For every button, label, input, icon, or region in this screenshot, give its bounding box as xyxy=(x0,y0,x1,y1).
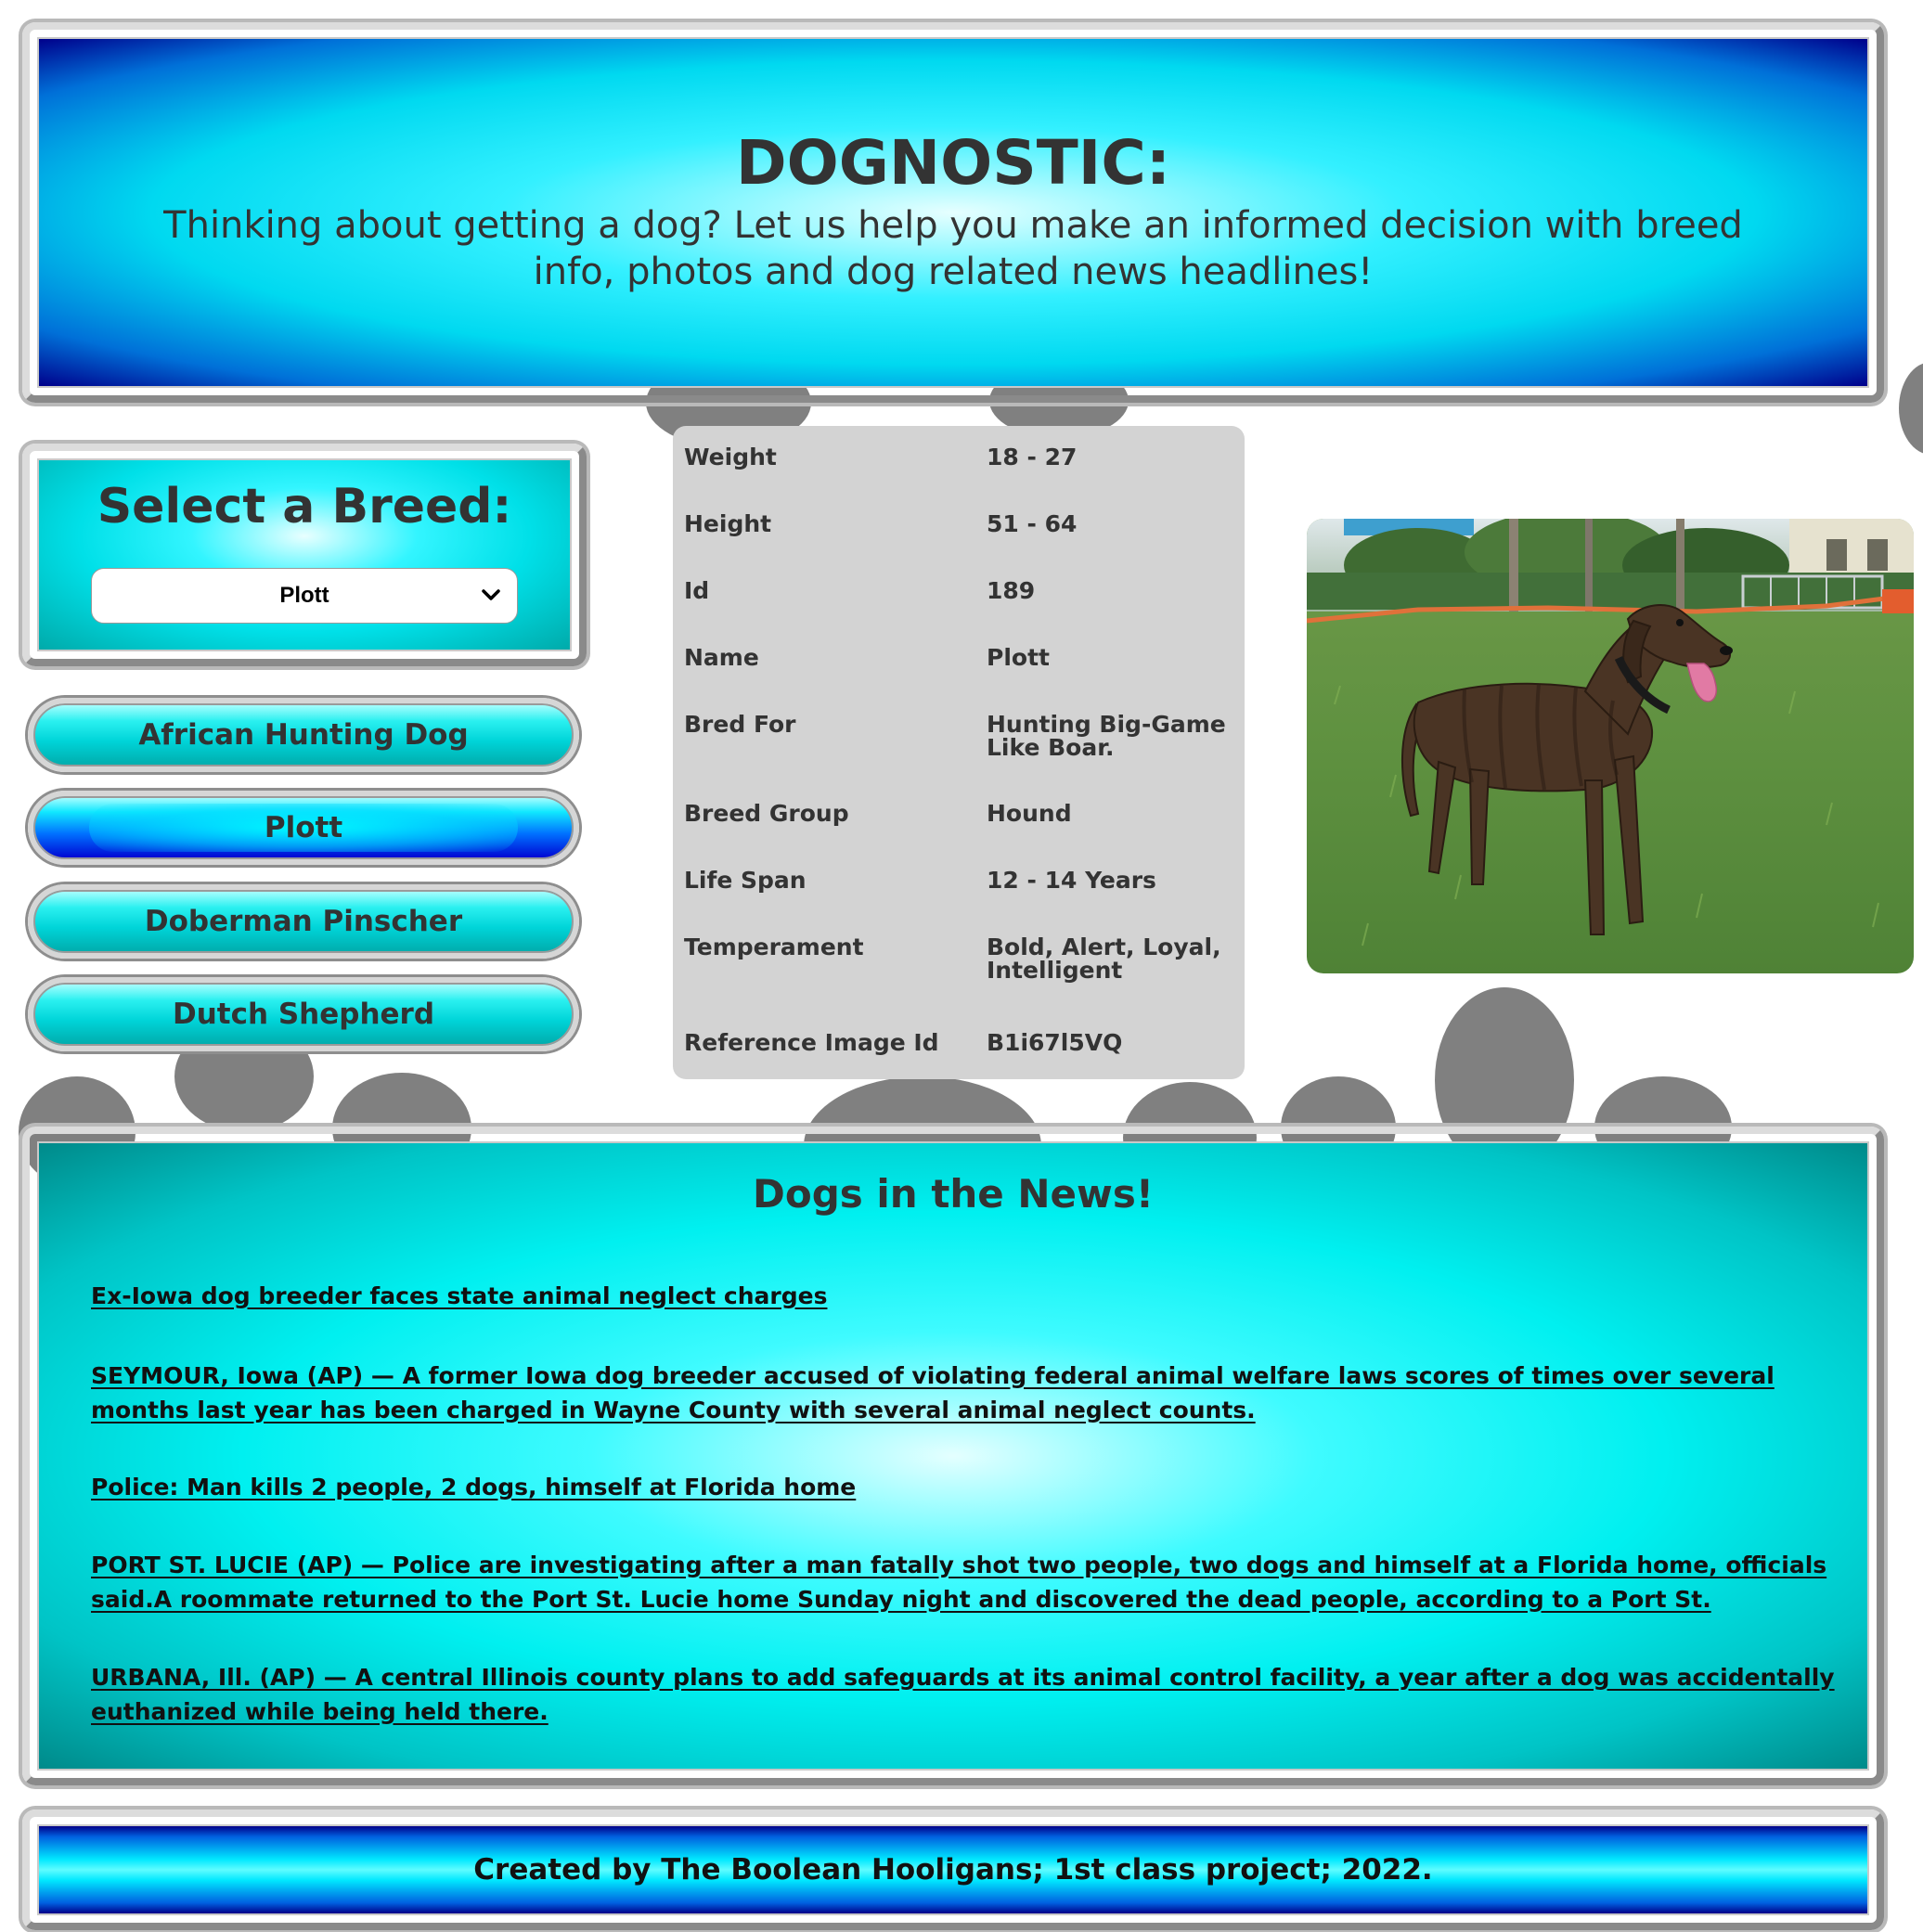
breed-selector-box: Select a Breed: Plott xyxy=(37,458,572,651)
info-value: Hound xyxy=(987,800,1072,827)
breed-select-dropdown[interactable]: Plott xyxy=(91,568,518,624)
info-row-height: Height 51 - 64 xyxy=(684,512,1232,535)
paw-toe-icon xyxy=(1899,362,1923,455)
breed-photo xyxy=(1307,519,1914,973)
info-value: 189 xyxy=(987,577,1036,604)
news-headline-link[interactable]: Ex-Iowa dog breeder faces state animal n… xyxy=(91,1279,1854,1313)
header-banner: DOGNOSTIC: Thinking about getting a dog?… xyxy=(37,37,1869,388)
info-value: Bold, Alert, Loyal, Intelligent xyxy=(987,934,1221,984)
breed-select-value: Plott xyxy=(279,583,329,608)
news-box: Dogs in the News! Ex-Iowa dog breeder fa… xyxy=(37,1141,1869,1771)
info-key: Bred For xyxy=(684,711,796,738)
breed-button-label: Dutch Shepherd xyxy=(172,998,435,1031)
breed-button-african-hunting-dog[interactable]: African Hunting Dog xyxy=(28,698,579,772)
info-value: B1i67l5VQ xyxy=(987,1029,1123,1056)
breed-button-dutch-shepherd[interactable]: Dutch Shepherd xyxy=(28,977,579,1051)
info-row-name: Name Plott xyxy=(684,646,1232,669)
breed-button-label: Doberman Pinscher xyxy=(144,905,463,938)
news-title: Dogs in the News! xyxy=(753,1171,1154,1217)
site-header: DOGNOSTIC: Thinking about getting a dog?… xyxy=(22,22,1884,403)
news-summary-link[interactable]: SEYMOUR, Iowa (AP) — A former Iowa dog b… xyxy=(91,1359,1854,1427)
chevron-down-icon xyxy=(482,589,500,600)
breed-selector-panel: Select a Breed: Plott xyxy=(22,444,587,666)
site-tagline: Thinking about getting a dog? Let us hel… xyxy=(163,204,1743,294)
info-key: Life Span xyxy=(684,867,807,894)
info-key: Weight xyxy=(684,444,777,470)
info-value: Plott xyxy=(987,644,1050,671)
info-row-breed-group: Breed Group Hound xyxy=(684,802,1232,825)
breed-info-table: Weight 18 - 27 Height 51 - 64 Id 189 Nam… xyxy=(673,426,1245,1079)
news-summary-link[interactable]: PORT ST. LUCIE (AP) — Police are investi… xyxy=(91,1548,1854,1616)
site-footer: Created by The Boolean Hooligans; 1st cl… xyxy=(22,1810,1884,1930)
info-key: Breed Group xyxy=(684,800,849,827)
news-headline-link[interactable]: Police: Man kills 2 people, 2 dogs, hims… xyxy=(91,1470,1854,1504)
breed-button-label: Plott xyxy=(264,811,343,844)
site-title: DOGNOSTIC: xyxy=(735,126,1171,199)
breed-button-label: African Hunting Dog xyxy=(138,718,469,752)
info-value: 12 - 14 Years xyxy=(987,867,1156,894)
info-row-temperament: Temperament Bold, Alert, Loyal, Intellig… xyxy=(684,935,1232,982)
news-summary-link[interactable]: URBANA, Ill. (AP) — A central Illinois c… xyxy=(91,1660,1854,1729)
news-panel: Dogs in the News! Ex-Iowa dog breeder fa… xyxy=(22,1127,1884,1785)
info-row-id: Id 189 xyxy=(684,579,1232,602)
info-row-reference-image-id: Reference Image Id B1i67l5VQ xyxy=(684,1031,1232,1054)
info-value: Hunting Big-Game Like Boar. xyxy=(987,711,1226,761)
info-key: Height xyxy=(684,510,772,537)
info-value: 51 - 64 xyxy=(987,510,1078,537)
breed-button-plott[interactable]: Plott xyxy=(28,791,579,865)
info-row-life-span: Life Span 12 - 14 Years xyxy=(684,869,1232,892)
info-key: Id xyxy=(684,577,710,604)
info-key: Temperament xyxy=(684,934,864,960)
info-key: Name xyxy=(684,644,759,671)
breed-selector-title: Select a Breed: xyxy=(97,479,512,535)
footer-banner: Created by The Boolean Hooligans; 1st cl… xyxy=(37,1824,1869,1915)
info-row-weight: Weight 18 - 27 xyxy=(684,445,1232,469)
breed-button-doberman-pinscher[interactable]: Doberman Pinscher xyxy=(28,884,579,959)
info-value: 18 - 27 xyxy=(987,444,1078,470)
info-row-bred-for: Bred For Hunting Big-Game Like Boar. xyxy=(684,713,1232,759)
footer-credits: Created by The Boolean Hooligans; 1st cl… xyxy=(473,1853,1433,1887)
info-key: Reference Image Id xyxy=(684,1029,939,1056)
dog-photo-image xyxy=(1307,519,1914,973)
